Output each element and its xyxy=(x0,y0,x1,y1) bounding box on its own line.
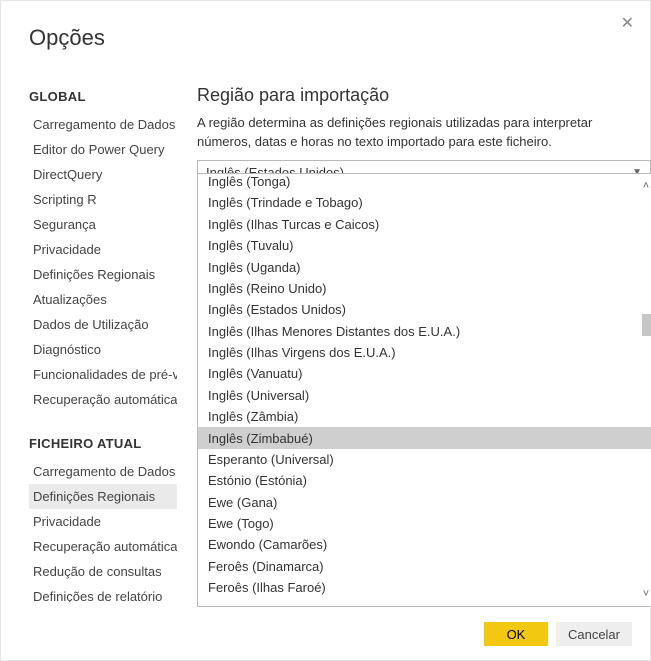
dropdown-item-partial[interactable]: Inglês (Tonga) xyxy=(198,174,651,192)
dropdown-item-3[interactable]: Inglês (Uganda) xyxy=(198,256,651,277)
sidebar-item-file-5[interactable]: Definições de relatório xyxy=(29,584,177,602)
dropdown-item-13[interactable]: Estónio (Estónia) xyxy=(198,470,651,491)
sidebar-item-file-1[interactable]: Definições Regionais xyxy=(29,484,177,509)
section-title: Região para importação xyxy=(197,85,651,106)
dropdown-item-16[interactable]: Ewondo (Camarões) xyxy=(198,534,651,555)
dropdown-item-1[interactable]: Inglês (Ilhas Turcas e Caicos) xyxy=(198,214,651,235)
sidebar-item-file-4[interactable]: Redução de consultas xyxy=(29,559,177,584)
dropdown-item-5[interactable]: Inglês (Estados Unidos) xyxy=(198,299,651,320)
ok-button[interactable]: OK xyxy=(484,622,548,646)
close-icon[interactable]: ✕ xyxy=(621,13,634,33)
sidebar-item-global-1[interactable]: Editor do Power Query xyxy=(29,137,177,162)
dropdown-item-15[interactable]: Ewe (Togo) xyxy=(198,513,651,534)
dropdown-item-2[interactable]: Inglês (Tuvalu) xyxy=(198,235,651,256)
scroll-down-arrow-icon[interactable]: ˅ xyxy=(638,586,651,602)
sidebar-item-file-0[interactable]: Carregamento de Dados xyxy=(29,459,177,484)
dropdown-item-11[interactable]: Inglês (Zimbabué) xyxy=(198,427,651,448)
dropdown-item-6[interactable]: Inglês (Ilhas Menores Distantes dos E.U.… xyxy=(198,320,651,341)
sidebar-item-file-3[interactable]: Recuperação automática xyxy=(29,534,177,559)
locale-dropdown[interactable]: Inglês (Tonga)Inglês (Trindade e Tobago)… xyxy=(197,173,651,607)
options-dialog: ✕ Opções GLOBAL Carregamento de DadosEdi… xyxy=(0,0,651,661)
sidebar-item-global-4[interactable]: Segurança xyxy=(29,212,177,237)
dropdown-item-17[interactable]: Feroês (Dinamarca) xyxy=(198,556,651,577)
sidebar: GLOBAL Carregamento de DadosEditor do Po… xyxy=(29,75,177,602)
scroll-thumb[interactable] xyxy=(642,314,651,336)
sidebar-item-global-10[interactable]: Funcionalidades de pré-visualização xyxy=(29,362,177,387)
sidebar-item-global-3[interactable]: Scripting R xyxy=(29,187,177,212)
dialog-body: GLOBAL Carregamento de DadosEditor do Po… xyxy=(29,75,640,602)
sidebar-item-global-6[interactable]: Definições Regionais xyxy=(29,262,177,287)
dropdown-item-10[interactable]: Inglês (Zâmbia) xyxy=(198,406,651,427)
sidebar-item-global-9[interactable]: Diagnóstico xyxy=(29,337,177,362)
sidebar-header-global: GLOBAL xyxy=(29,89,177,104)
dropdown-item-8[interactable]: Inglês (Vanuatu) xyxy=(198,363,651,384)
dropdown-scrollbar[interactable]: ˄ ˅ xyxy=(638,178,651,602)
sidebar-item-global-2[interactable]: DirectQuery xyxy=(29,162,177,187)
dropdown-item-14[interactable]: Ewe (Gana) xyxy=(198,491,651,512)
sidebar-item-file-2[interactable]: Privacidade xyxy=(29,509,177,534)
dropdown-item-9[interactable]: Inglês (Universal) xyxy=(198,385,651,406)
section-description: A região determina as definições regiona… xyxy=(197,114,637,152)
dialog-title: Opções xyxy=(1,1,650,51)
dialog-footer: OK Cancelar xyxy=(484,622,632,646)
sidebar-header-file: FICHEIRO ATUAL xyxy=(29,436,177,451)
dropdown-item-12[interactable]: Esperanto (Universal) xyxy=(198,449,651,470)
dropdown-item-7[interactable]: Inglês (Ilhas Virgens dos E.U.A.) xyxy=(198,342,651,363)
sidebar-item-global-5[interactable]: Privacidade xyxy=(29,237,177,262)
scroll-up-arrow-icon[interactable]: ˄ xyxy=(638,178,651,194)
cancel-button[interactable]: Cancelar xyxy=(556,622,632,646)
main-panel: Região para importação A região determin… xyxy=(197,75,651,602)
dropdown-item-0[interactable]: Inglês (Trindade e Tobago) xyxy=(198,192,651,213)
sidebar-item-global-8[interactable]: Dados de Utilização xyxy=(29,312,177,337)
sidebar-item-global-0[interactable]: Carregamento de Dados xyxy=(29,112,177,137)
sidebar-item-global-7[interactable]: Atualizações xyxy=(29,287,177,312)
sidebar-item-global-11[interactable]: Recuperação automática xyxy=(29,387,177,412)
dropdown-item-18[interactable]: Feroês (Ilhas Faroé) xyxy=(198,577,651,598)
dropdown-item-4[interactable]: Inglês (Reino Unido) xyxy=(198,278,651,299)
